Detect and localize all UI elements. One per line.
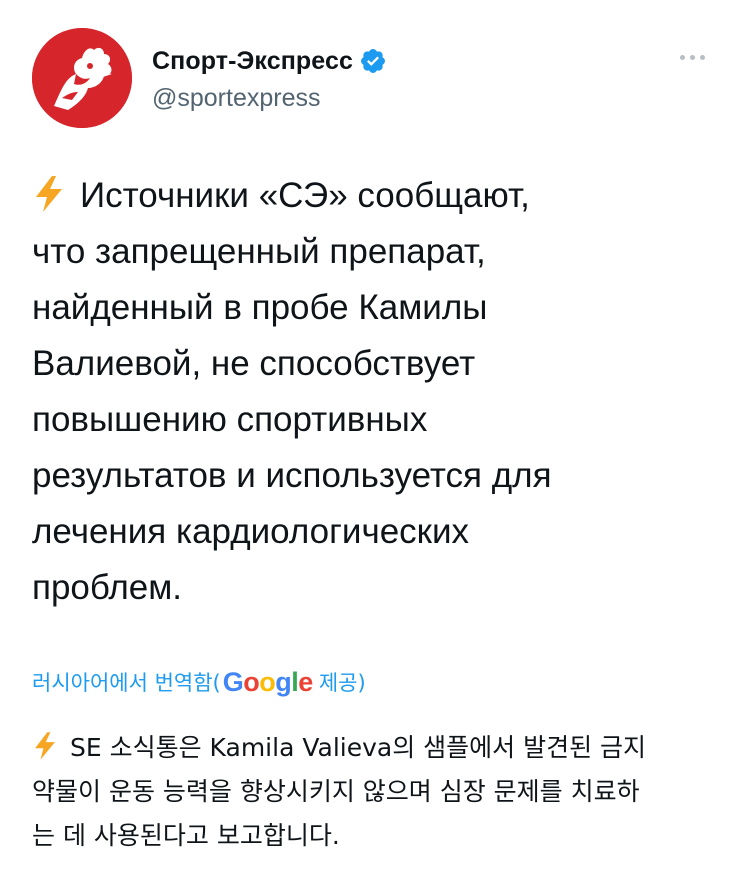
tweet-line: найденный в пробе Камилы — [32, 288, 488, 327]
verified-badge-icon — [359, 47, 387, 75]
tweet-header: Спорт-Экспресс @sportexpress — [32, 28, 707, 128]
handle[interactable]: @sportexpress — [152, 84, 387, 113]
translation-label-prefix[interactable]: 러시아어에서 번역함( — [32, 667, 221, 697]
tweet-line: результатов и используется для — [32, 456, 552, 495]
translation-label-suffix[interactable]: 제공) — [319, 667, 366, 697]
tweet-line: Источники «СЭ» сообщают, — [32, 168, 692, 224]
rooster-logo-icon — [32, 28, 132, 128]
tweet-line: лечения кардиологических — [32, 512, 470, 551]
display-name-row: Спорт-Экспресс — [152, 44, 387, 78]
translated-line: 는 데 사용된다고 보고합니다. — [32, 821, 340, 850]
avatar[interactable] — [32, 28, 132, 128]
tweet-line: что запрещенный препарат, — [32, 232, 486, 271]
lightning-bolt-icon — [36, 176, 62, 212]
google-logo: Google — [222, 666, 314, 697]
tweet-line: Валиевой, не способствует — [32, 344, 476, 383]
translated-text: SE 소식통은 Kamila Valieva의 샘플에서 발견된 금지 약물이 … — [32, 726, 712, 858]
display-name[interactable]: Спорт-Экспресс — [152, 47, 353, 76]
lightning-bolt-icon — [35, 732, 55, 760]
tweet-line: проблем. — [32, 568, 183, 607]
more-options-icon[interactable] — [669, 50, 705, 64]
translation-attribution[interactable]: 러시아어에서 번역함( Google 제공) — [32, 662, 366, 702]
tweet-line: повышению спортивных — [32, 400, 428, 439]
tweet-text: Источники «СЭ» сообщают, что запрещенный… — [32, 168, 692, 616]
user-block: Спорт-Экспресс @sportexpress — [152, 44, 387, 113]
translated-line: 약물이 운동 능력을 향상시키지 않으며 심장 문제를 치료하 — [32, 777, 640, 806]
translated-line: SE 소식통은 Kamila Valieva의 샘플에서 발견된 금지 — [32, 726, 712, 770]
